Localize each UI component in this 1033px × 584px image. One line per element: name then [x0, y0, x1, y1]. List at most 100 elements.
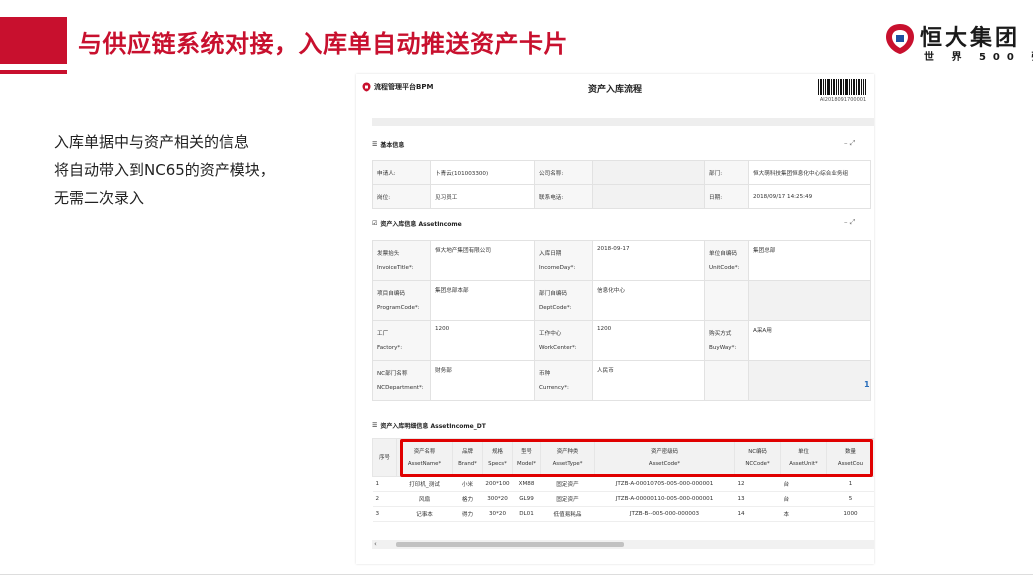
horizontal-scrollbar[interactable]: ‹ [372, 540, 874, 549]
section-basic-info[interactable]: ☰ 基本信息 [372, 140, 404, 149]
company-logo: 恒大集团 世 界 500 强 [884, 20, 1033, 63]
field-value[interactable]: 集团总部本部 [430, 280, 535, 321]
scroll-left-icon[interactable]: ‹ [374, 540, 377, 549]
description-line: 无需二次录入 [54, 189, 145, 207]
description-line: 入库单据中与资产相关的信息 [54, 133, 250, 151]
table-cell: 格力 [452, 491, 483, 507]
column-header[interactable]: 型号 Model* [512, 438, 541, 477]
header-accent-line [0, 70, 67, 74]
scroll-thumb[interactable] [396, 542, 624, 547]
field-label: 申请人: [372, 160, 431, 185]
table-cell: JTZB-A-00010705-005-000-000001 [594, 476, 735, 492]
field-value[interactable]: 见习员工 [430, 184, 535, 209]
column-header[interactable]: 规格 Specs* [482, 438, 513, 477]
asset-detail-table: 序号 资产名称 AssetName* 品牌 Brand* 规格 Specs* 型号 Mo… [372, 438, 874, 522]
column-header[interactable]: 资产名称 AssetName* [396, 438, 453, 477]
table-row[interactable]: 1 打印机_测试 小米 200*100 XM88 固定资产 JTZB-A-000… [372, 476, 874, 492]
field-value[interactable]: 恒大萌科技集团恒息化中心综合业务组 [748, 160, 871, 185]
basic-info-table: 申请人: 卜青云(101003300) 公司名称: 部门: 恒大萌科技集团恒息化… [372, 160, 871, 209]
field-label: 发票抬头 InvoiceTitle*: [372, 240, 431, 281]
table-cell: 1 [826, 476, 874, 492]
table-cell: 台 [780, 476, 827, 492]
column-header[interactable]: 资产种类 AssetType* [540, 438, 595, 477]
column-header[interactable]: 品牌 Brand* [452, 438, 483, 477]
toolbar-strip [372, 118, 874, 126]
table-cell: 14 [734, 506, 781, 522]
field-value [748, 280, 871, 321]
bpm-screenshot: 流程管理平台BPM 资产入库流程 AI2018091700001 ☰ 基本信息 … [356, 74, 874, 564]
table-cell: GL99 [512, 491, 541, 507]
table-cell: 12 [734, 476, 781, 492]
side-mark: 1 [864, 380, 870, 389]
column-header[interactable]: 数量 AssetCou [826, 438, 874, 477]
column-header[interactable]: 资产密级码 AssetCode* [594, 438, 735, 477]
table-row[interactable]: 2 风扇 格力 300*20 GL99 固定资产 JTZB-A-00000110… [372, 491, 874, 507]
field-value[interactable]: A采A用 [748, 320, 871, 361]
bpm-page-title: 资产入库流程 [587, 85, 642, 95]
asset-row: 工厂 Factory*: 1200 工作中心 WorkCenter*: 1200 购… [372, 320, 871, 361]
field-value[interactable]: 1200 [592, 320, 705, 361]
menu-icon: ☰ [372, 141, 378, 148]
field-label: 日期: [704, 184, 749, 209]
barcode-number: AI2018091700001 [819, 97, 867, 103]
table-cell: 风扇 [396, 491, 453, 507]
asset-row: NC部门名称 NCDepartment*: 财务部 币种 Currency*: 人民… [372, 360, 871, 401]
asset-row: 发票抬头 InvoiceTitle*: 恒大地产集团有限公司 入库日期 Income… [372, 240, 871, 281]
field-label [704, 280, 749, 321]
section-title: 资产入库信息 AssetIncome [380, 221, 462, 228]
field-label: 联系电话: [534, 184, 593, 209]
field-value[interactable]: 财务部 [430, 360, 535, 401]
barcode-icon [818, 79, 866, 95]
section-controls[interactable]: – ⤢ [844, 139, 855, 148]
field-label: 岗位: [372, 184, 431, 209]
description: 入库单据中与资产相关的信息 将自动带入到NC65的资产模块， 无需二次录入 [54, 128, 275, 212]
column-header[interactable]: NC编码 NCCode* [734, 438, 781, 477]
field-value[interactable]: 2018-09-17 [592, 240, 705, 281]
asset-income-table: 发票抬头 InvoiceTitle*: 恒大地产集团有限公司 入库日期 Income… [372, 240, 871, 401]
field-value[interactable] [592, 184, 705, 209]
section-title: 基本信息 [380, 142, 405, 149]
field-label: 购买方式 BuyWay*: [704, 320, 749, 361]
field-value[interactable] [592, 160, 705, 185]
field-label: 工作中心 WorkCenter*: [534, 320, 593, 361]
table-cell: 得力 [452, 506, 483, 522]
section-controls[interactable]: – ⤢ [844, 218, 855, 227]
field-label: 工厂 Factory*: [372, 320, 431, 361]
description-line: 将自动带入到NC65的资产模块， [54, 161, 275, 179]
field-value[interactable]: 集团总部 [748, 240, 871, 281]
basic-row: 申请人: 卜青云(101003300) 公司名称: 部门: 恒大萌科技集团恒息化… [372, 160, 871, 185]
field-value[interactable]: 信息化中心 [592, 280, 705, 321]
table-cell: JTZB-B--005-000-000003 [594, 506, 735, 522]
table-cell: XM88 [512, 476, 541, 492]
field-value [748, 360, 871, 401]
field-label: 入库日期 IncomeDay*: [534, 240, 593, 281]
table-row[interactable]: 3 记事本 得力 30*20 DL01 低值易耗品 JTZB-B--005-00… [372, 506, 874, 522]
field-value[interactable]: 恒大地产集团有限公司 [430, 240, 535, 281]
table-cell: 固定资产 [540, 476, 595, 492]
header-accent-block [0, 17, 67, 64]
field-label [704, 360, 749, 401]
column-header[interactable]: 序号 [372, 438, 397, 477]
footer-divider [0, 574, 1033, 575]
checkbox-icon: ☑ [372, 220, 378, 227]
section-asset-income[interactable]: ☑ 资产入库信息 AssetIncome [372, 219, 462, 228]
section-title: 资产入库明细信息 AssetIncome_DT [380, 423, 486, 430]
field-value[interactable]: 1200 [430, 320, 535, 361]
table-cell: 1 [372, 476, 397, 492]
table-cell: 本 [780, 506, 827, 522]
field-value[interactable]: 卜青云(101003300) [430, 160, 535, 185]
field-label: 部门: [704, 160, 749, 185]
section-asset-detail[interactable]: ☰ 资产入库明细信息 AssetIncome_DT [372, 421, 486, 430]
field-label: 币种 Currency*: [534, 360, 593, 401]
column-header[interactable]: 单位 AssetUnit* [780, 438, 827, 477]
field-label: 项目自编码 ProgramCode*: [372, 280, 431, 321]
slide: 与供应链系统对接，入库单自动推送资产卡片 恒大集团 世 界 500 强 入库单据… [0, 0, 1033, 584]
page-title: 与供应链系统对接，入库单自动推送资产卡片 [78, 30, 568, 58]
field-label: 公司名称: [534, 160, 593, 185]
field-value[interactable]: 2018/09/17 14:25:49 [748, 184, 871, 209]
table-cell: 13 [734, 491, 781, 507]
table-cell: 1000 [826, 506, 874, 522]
table-cell: 30*20 [482, 506, 513, 522]
table-cell: 低值易耗品 [540, 506, 595, 522]
field-value[interactable]: 人民币 [592, 360, 705, 401]
